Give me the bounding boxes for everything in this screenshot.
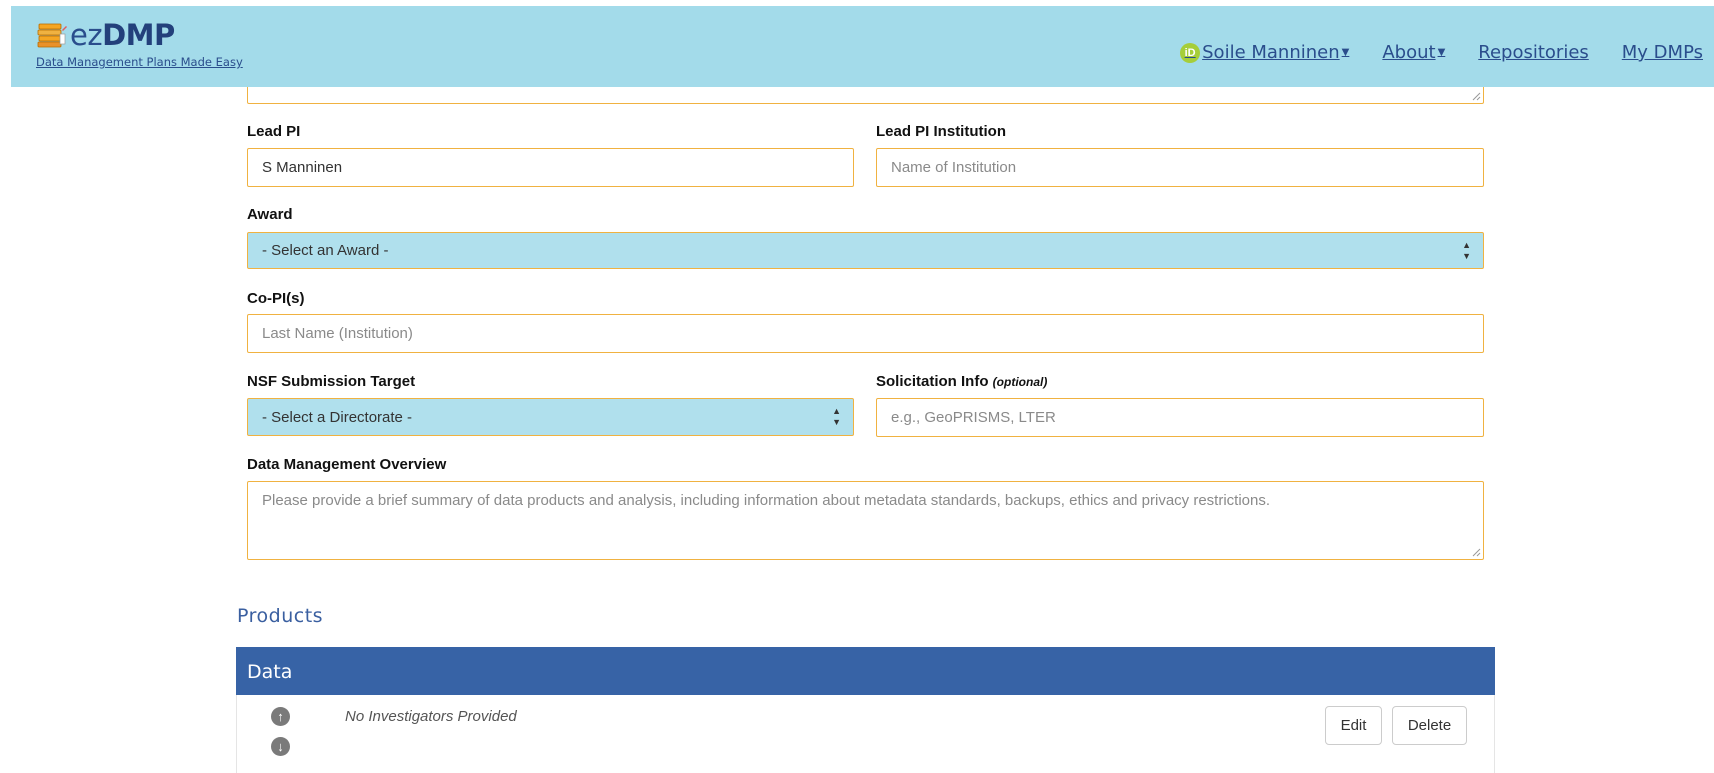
nav-links: iD Soile Manninen ▼ About ▼ Repositories… [1180, 42, 1703, 63]
no-investigators-text: No Investigators Provided [345, 708, 517, 725]
brand-name: ezDMP [70, 18, 175, 52]
logo-icon [36, 20, 70, 50]
lead-pi-institution-input[interactable]: Name of Institution [876, 148, 1484, 187]
solicitation-input[interactable]: e.g., GeoPRISMS, LTER [876, 398, 1484, 437]
nav-user-label: Soile Manninen [1202, 42, 1340, 63]
data-panel-header: Data [236, 647, 1495, 695]
nav-repositories-link[interactable]: Repositories [1478, 42, 1589, 63]
orcid-icon: iD [1180, 42, 1201, 63]
move-down-icon[interactable]: ↓ [271, 737, 290, 756]
data-panel-body: ↑ ↓ No Investigators Provided Edit Delet… [236, 695, 1495, 773]
nsf-target-label: NSF Submission Target [247, 373, 416, 390]
nav-my-dmps-link[interactable]: My DMPs [1622, 42, 1703, 63]
products-heading: Products [237, 605, 324, 627]
nsf-target-select-value: - Select a Directorate - [262, 408, 413, 426]
nav-about-label: About [1382, 42, 1436, 63]
solicitation-label: Solicitation Info (optional) [876, 373, 1047, 390]
select-arrows-icon: ▲ ▼ [832, 406, 841, 427]
award-select-value: - Select an Award - [262, 242, 389, 259]
nav-user-menu[interactable]: iD Soile Manninen ▼ [1180, 42, 1349, 63]
award-label: Award [247, 206, 293, 223]
brand-tagline[interactable]: Data Management Plans Made Easy [36, 55, 243, 69]
lead-pi-label: Lead PI [247, 123, 301, 140]
lead-pi-input[interactable]: S Manninen [247, 148, 854, 187]
page: ezDMP Data Management Plans Made Easy iD… [0, 0, 1714, 773]
top-navbar: ezDMP Data Management Plans Made Easy iD… [11, 6, 1714, 87]
edit-button[interactable]: Edit [1325, 706, 1382, 745]
move-up-icon[interactable]: ↑ [271, 707, 290, 726]
solicitation-label-text: Solicitation Info [876, 373, 989, 390]
caret-down-icon: ▼ [1341, 47, 1350, 58]
solicitation-optional-note: (optional) [992, 375, 1048, 389]
lead-pi-institution-label: Lead PI Institution [876, 123, 1006, 140]
overview-label: Data Management Overview [247, 456, 447, 473]
resize-handle-icon[interactable] [1471, 547, 1481, 557]
award-select[interactable]: - Select an Award - ▲ ▼ [247, 232, 1484, 269]
delete-button[interactable]: Delete [1392, 706, 1467, 745]
caret-down-icon: ▼ [1437, 47, 1446, 58]
nav-about-menu[interactable]: About ▼ [1382, 42, 1445, 63]
overview-textarea[interactable]: Please provide a brief summary of data p… [247, 481, 1484, 560]
co-pis-input[interactable]: Last Name (Institution) [247, 314, 1484, 353]
resize-handle-icon[interactable] [1471, 91, 1481, 101]
overview-placeholder: Please provide a brief summary of data p… [262, 492, 1271, 509]
brand[interactable]: ezDMP Data Management Plans Made Easy [36, 18, 243, 69]
nsf-target-select[interactable]: - Select a Directorate - ▲ ▼ [247, 398, 854, 436]
select-arrows-icon: ▲ ▼ [1462, 240, 1471, 261]
co-pis-label: Co-PI(s) [247, 290, 305, 307]
